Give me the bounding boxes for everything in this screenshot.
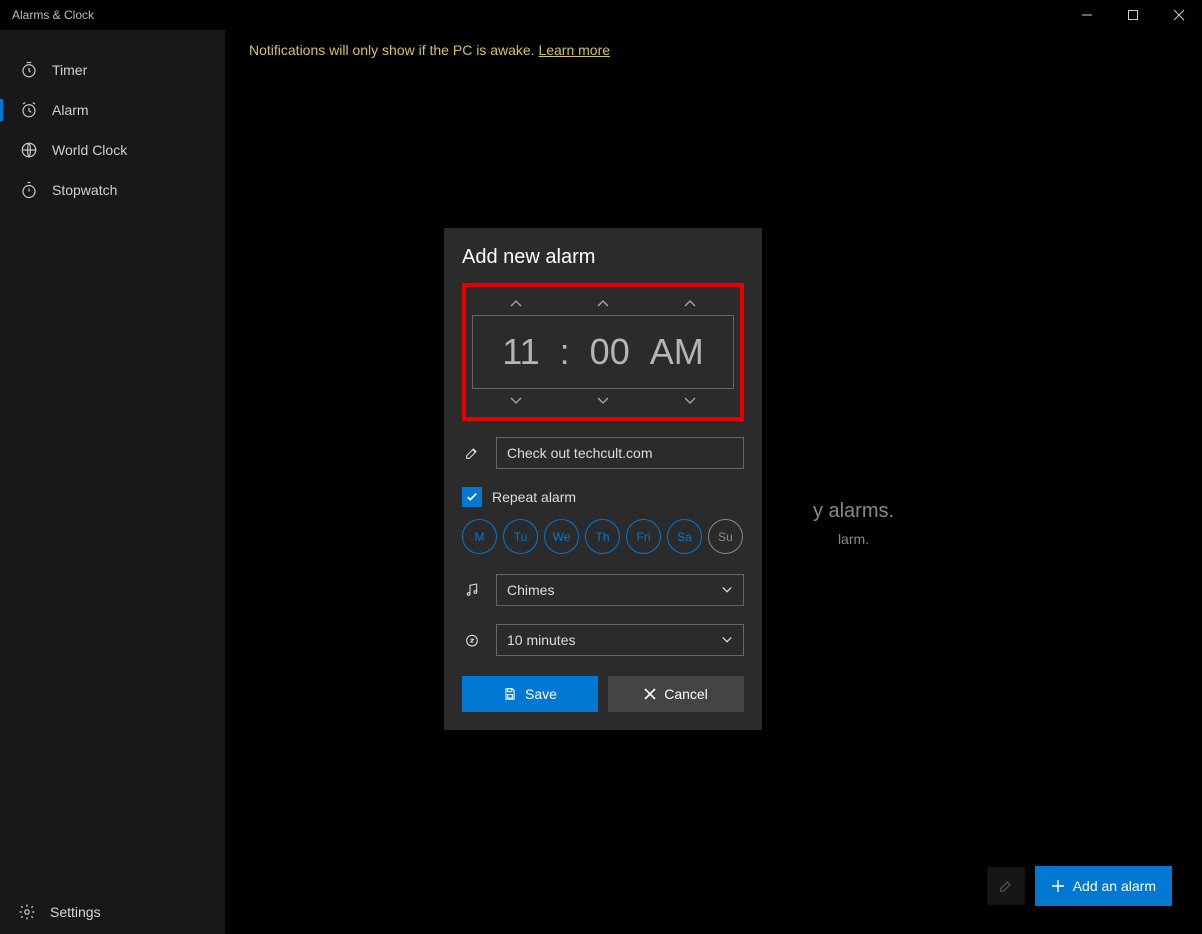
hour-down-button[interactable] <box>472 389 558 413</box>
minimize-button[interactable] <box>1064 0 1110 30</box>
app-title: Alarms & Clock <box>12 8 94 22</box>
window-controls <box>1064 0 1202 30</box>
add-alarm-button[interactable]: Add an alarm <box>1035 866 1172 906</box>
snooze-select[interactable]: 10 minutes <box>496 624 744 656</box>
sound-select[interactable]: Chimes <box>496 574 744 606</box>
globe-icon <box>20 141 38 159</box>
sidebar-item-label: World Clock <box>52 142 127 158</box>
add-alarm-dialog: Add new alarm 11 : 00 AM <box>444 228 762 730</box>
edit-alarms-button[interactable] <box>987 867 1025 905</box>
repeat-row: Repeat alarm <box>462 487 744 507</box>
music-note-icon <box>462 580 482 600</box>
minute-value: 00 <box>590 331 630 373</box>
dialog-title: Add new alarm <box>462 246 744 269</box>
close-icon <box>644 688 656 700</box>
learn-more-link[interactable]: Learn more <box>538 42 610 58</box>
sidebar-item-label: Alarm <box>52 102 89 118</box>
titlebar: Alarms & Clock <box>0 0 1202 30</box>
day-sa[interactable]: Sa <box>667 519 702 554</box>
time-separator: : <box>560 331 570 373</box>
sidebar-item-stopwatch[interactable]: Stopwatch <box>0 170 225 210</box>
period-value: AM <box>650 331 704 373</box>
add-alarm-label: Add an alarm <box>1073 878 1156 894</box>
sidebar-item-world-clock[interactable]: World Clock <box>0 130 225 170</box>
dialog-buttons: Save Cancel <box>462 676 744 712</box>
day-m[interactable]: M <box>462 519 497 554</box>
snooze-icon <box>462 630 482 650</box>
sidebar-item-settings[interactable]: Settings <box>0 890 225 934</box>
cancel-label: Cancel <box>664 686 708 702</box>
bottom-actions: Add an alarm <box>987 866 1172 906</box>
chevron-down-icon <box>721 585 733 595</box>
banner-text: Notifications will only show if the PC i… <box>249 42 538 58</box>
sidebar-item-label: Stopwatch <box>52 182 117 198</box>
settings-label: Settings <box>50 904 101 920</box>
alarm-name-input[interactable] <box>496 437 744 469</box>
day-th[interactable]: Th <box>585 519 620 554</box>
day-we[interactable]: We <box>544 519 579 554</box>
notification-banner: Notifications will only show if the PC i… <box>225 30 1202 70</box>
period-up-button[interactable] <box>647 291 733 315</box>
sound-value: Chimes <box>507 582 554 598</box>
sidebar-item-alarm[interactable]: Alarm <box>0 90 225 130</box>
sidebar-item-timer[interactable]: Timer <box>0 50 225 90</box>
sidebar-item-label: Timer <box>52 62 87 78</box>
sidebar: Timer Alarm World Clock Stopwatch <box>0 30 225 934</box>
minute-up-button[interactable] <box>560 291 646 315</box>
snooze-value: 10 minutes <box>507 632 575 648</box>
save-icon <box>503 687 517 701</box>
snooze-row: 10 minutes <box>462 624 744 656</box>
alarm-icon <box>20 101 38 119</box>
plus-icon <box>1051 879 1065 893</box>
close-button[interactable] <box>1156 0 1202 30</box>
save-button[interactable]: Save <box>462 676 598 712</box>
hour-up-button[interactable] <box>472 291 558 315</box>
timer-icon <box>20 61 38 79</box>
repeat-checkbox[interactable] <box>462 487 482 507</box>
days-row: M Tu We Th Fri Sa Su <box>462 519 744 554</box>
save-label: Save <box>525 686 557 702</box>
sound-row: Chimes <box>462 574 744 606</box>
stopwatch-icon <box>20 181 38 199</box>
maximize-button[interactable] <box>1110 0 1156 30</box>
edit-icon <box>462 443 482 463</box>
time-picker: 11 : 00 AM <box>472 291 734 413</box>
period-down-button[interactable] <box>647 389 733 413</box>
hour-value: 11 <box>502 331 539 373</box>
cancel-button[interactable]: Cancel <box>608 676 744 712</box>
minute-down-button[interactable] <box>560 389 646 413</box>
time-display[interactable]: 11 : 00 AM <box>472 315 734 389</box>
day-su[interactable]: Su <box>708 519 743 554</box>
day-fr[interactable]: Fri <box>626 519 661 554</box>
main-area: Notifications will only show if the PC i… <box>225 30 1202 934</box>
alarm-name-row <box>462 437 744 469</box>
pencil-icon <box>998 878 1014 894</box>
chevron-down-icon <box>721 635 733 645</box>
time-picker-highlight: 11 : 00 AM <box>462 283 744 421</box>
gear-icon <box>18 903 36 921</box>
nav: Timer Alarm World Clock Stopwatch <box>0 30 225 210</box>
repeat-label: Repeat alarm <box>492 489 576 505</box>
day-tu[interactable]: Tu <box>503 519 538 554</box>
